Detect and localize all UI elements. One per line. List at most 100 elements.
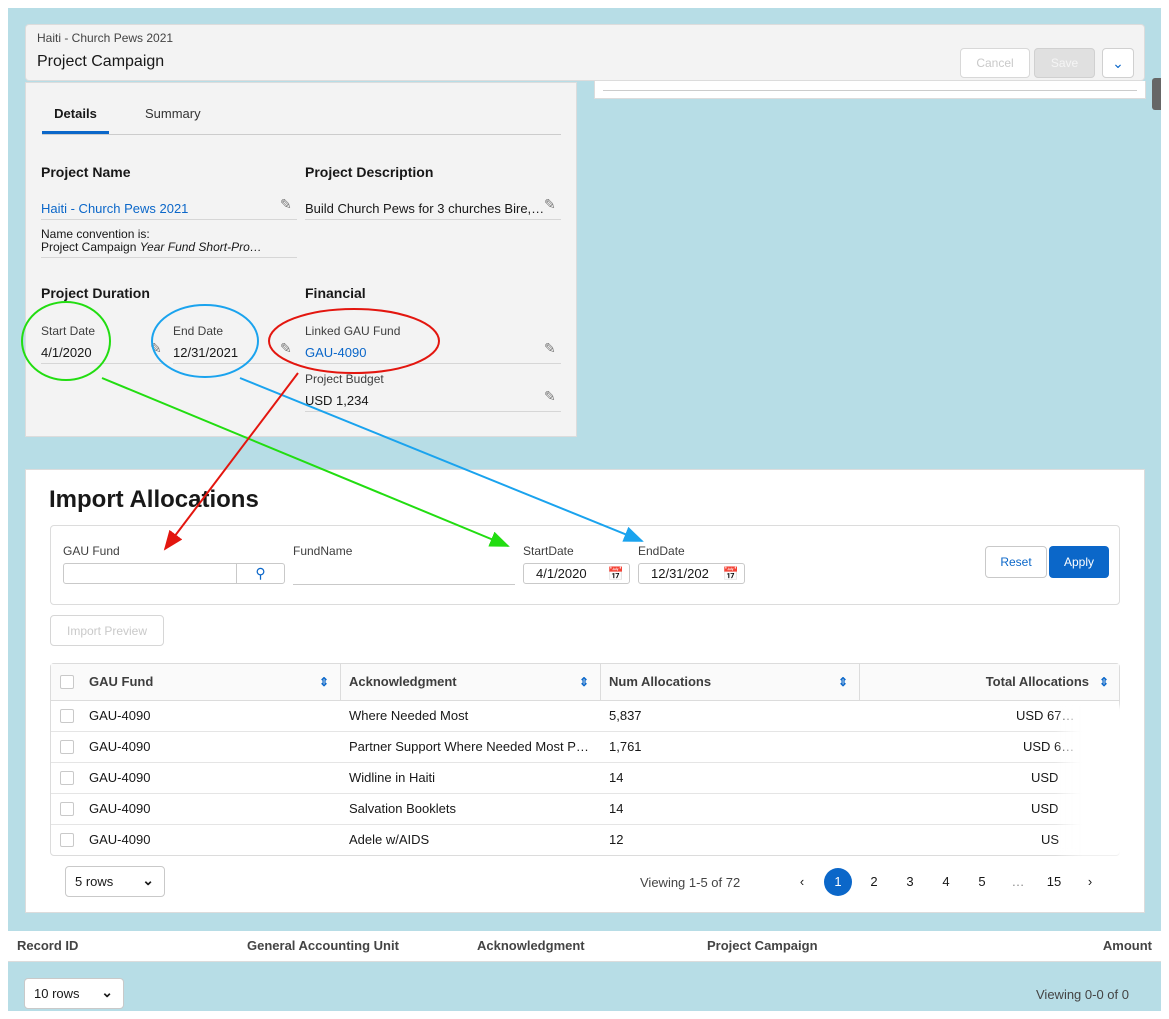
actions-menu-button[interactable]: ⌄: [1102, 48, 1134, 78]
table-row[interactable]: GAU-4090 Partner Support Where Needed Mo…: [51, 732, 1119, 763]
row-checkbox[interactable]: [60, 771, 74, 785]
divider: [305, 219, 561, 220]
tab-details[interactable]: Details: [42, 106, 109, 134]
column-header-general-accounting-unit[interactable]: General Accounting Unit: [247, 931, 399, 961]
save-button[interactable]: Save: [1034, 48, 1095, 78]
name-convention-line2: Project Campaign Year Fund Short-Pro…: [41, 241, 262, 254]
start-date-label: Start Date: [41, 324, 96, 338]
records-viewing-count: Viewing 0-0 of 0: [1036, 987, 1129, 1002]
records-rows-per-page-select[interactable]: 10 rows ⌄: [24, 978, 124, 1009]
financial-heading: Financial: [305, 285, 366, 301]
linked-gau-fund-label: Linked GAU Fund: [305, 324, 401, 338]
sort-icon[interactable]: ⇕: [579, 664, 589, 700]
prev-page-icon[interactable]: ‹: [788, 868, 816, 896]
fundname-input[interactable]: [293, 584, 515, 585]
sort-icon[interactable]: ⇕: [319, 664, 329, 700]
cell-acknowledgment: Partner Support Where Needed Most P…: [349, 739, 589, 754]
edit-pencil-icon[interactable]: ✎: [280, 340, 292, 357]
tab-summary[interactable]: Summary: [145, 106, 201, 134]
page-button[interactable]: 5: [968, 868, 996, 896]
rows-per-page-value: 5 rows: [75, 874, 114, 889]
apply-button[interactable]: Apply: [1049, 546, 1109, 578]
start-date-value: 4/1/2020: [41, 345, 92, 360]
row-checkbox[interactable]: [60, 833, 74, 847]
filter-panel: GAU Fund ⚲ FundName StartDate 4/1/2020 📅…: [50, 525, 1120, 605]
cell-acknowledgment: Widline in Haiti: [349, 770, 435, 785]
cell-num-allocations: 14: [609, 801, 624, 816]
table-row[interactable]: GAU-4090 Where Needed Most 5,837 USD 67…: [51, 701, 1119, 732]
divider: [603, 90, 1137, 91]
side-panel-handle[interactable]: [1152, 78, 1161, 110]
page-button[interactable]: 15: [1040, 868, 1068, 896]
name-convention-note: Name convention is: Project Campaign Yea…: [41, 228, 262, 254]
table-row[interactable]: GAU-4090 Adele w/AIDS 12 US: [51, 825, 1119, 855]
details-panel: Details Summary Project Name Haiti - Chu…: [25, 82, 577, 437]
chevron-down-icon: ⌄: [142, 872, 154, 888]
next-page-icon[interactable]: ›: [1076, 868, 1104, 896]
edit-pencil-icon[interactable]: ✎: [544, 388, 556, 405]
divider: [41, 257, 297, 258]
column-divider: [859, 664, 860, 700]
sort-icon[interactable]: ⇕: [838, 664, 848, 700]
column-header-record-id[interactable]: Record ID: [17, 931, 78, 961]
name-convention-italic: Year Fund Short-Pro…: [139, 240, 262, 254]
gau-fund-input[interactable]: [63, 563, 237, 584]
select-all-checkbox[interactable]: [60, 675, 74, 689]
cell-acknowledgment: Where Needed Most: [349, 708, 469, 723]
table-row[interactable]: GAU-4090 Widline in Haiti 14 USD: [51, 763, 1119, 794]
import-preview-button[interactable]: Import Preview: [50, 615, 164, 646]
cell-acknowledgment: Salvation Booklets: [349, 801, 456, 816]
linked-gau-fund-value[interactable]: GAU-4090: [305, 345, 366, 360]
chevron-down-icon: ⌄: [1112, 54, 1124, 71]
cancel-button[interactable]: Cancel: [960, 48, 1030, 78]
reset-button[interactable]: Reset: [985, 546, 1047, 578]
cell-total-allocations: US: [1041, 832, 1060, 847]
end-date-filter-label: EndDate: [638, 544, 685, 558]
rows-per-page-select[interactable]: 5 rows ⌄: [65, 866, 165, 897]
chevron-down-icon: ⌄: [101, 984, 113, 1000]
sort-icon[interactable]: ⇕: [1099, 664, 1109, 700]
column-header-acknowledgment[interactable]: Acknowledgment: [349, 664, 457, 700]
project-budget-value: USD 1,234: [305, 393, 369, 408]
cell-acknowledgment: Adele w/AIDS: [349, 832, 430, 847]
cell-total-allocations: USD: [1031, 770, 1059, 785]
edit-pencil-icon[interactable]: ✎: [544, 196, 556, 213]
row-checkbox[interactable]: [60, 709, 74, 723]
divider: [173, 363, 297, 364]
edit-pencil-icon[interactable]: ✎: [280, 196, 292, 213]
calendar-icon[interactable]: 📅: [723, 566, 739, 582]
edit-pencil-icon[interactable]: ✎: [544, 340, 556, 357]
column-header-gau-fund[interactable]: GAU Fund: [89, 664, 153, 700]
column-divider: [340, 664, 341, 700]
table-row[interactable]: GAU-4090 Salvation Booklets 14 USD: [51, 794, 1119, 825]
row-checkbox[interactable]: [60, 740, 74, 754]
calendar-icon[interactable]: 📅: [608, 566, 624, 582]
column-header-project-campaign[interactable]: Project Campaign: [707, 931, 818, 961]
search-icon: ⚲: [255, 565, 266, 581]
import-allocations-title: Import Allocations: [49, 486, 259, 513]
edit-pencil-icon[interactable]: ✎: [150, 340, 162, 357]
search-button[interactable]: ⚲: [236, 563, 285, 584]
page-button[interactable]: 1: [824, 868, 852, 896]
allocations-table: GAU Fund ⇕ Acknowledgment ⇕ Num Allocati…: [50, 663, 1120, 856]
project-name-value[interactable]: Haiti - Church Pews 2021: [41, 201, 281, 216]
start-date-input[interactable]: 4/1/2020 📅: [523, 563, 630, 584]
column-header-num-allocations[interactable]: Num Allocations: [609, 664, 711, 700]
divider: [41, 363, 165, 364]
end-date-value: 12/31/2021: [173, 345, 239, 360]
column-header-acknowledgment[interactable]: Acknowledgment: [477, 931, 585, 961]
fundname-filter-label: FundName: [293, 544, 353, 558]
end-date-input[interactable]: 12/31/202 📅: [638, 563, 745, 584]
page-button[interactable]: 4: [932, 868, 960, 896]
page-button[interactable]: 3: [896, 868, 924, 896]
start-date-input-value: 4/1/2020: [536, 566, 587, 581]
row-checkbox[interactable]: [60, 802, 74, 816]
project-description-value: Build Church Pews for 3 churches Bire,…: [305, 201, 545, 216]
column-header-total-allocations[interactable]: Total Allocations: [986, 664, 1089, 700]
page-button[interactable]: 2: [860, 868, 888, 896]
record-header: Haiti - Church Pews 2021 Project Campaig…: [25, 24, 1145, 81]
column-header-amount[interactable]: Amount: [1103, 931, 1152, 961]
project-budget-label: Project Budget: [305, 372, 384, 386]
cell-gau-fund: GAU-4090: [89, 770, 151, 785]
column-divider: [600, 664, 601, 700]
